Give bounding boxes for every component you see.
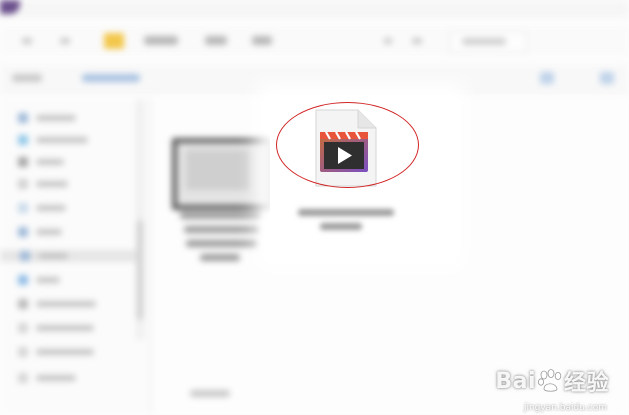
sidebar-item-label (36, 181, 68, 187)
drive-icon (18, 347, 28, 357)
sidebar-item[interactable] (18, 202, 128, 214)
recent-icon (18, 179, 28, 189)
sidebar-item[interactable] (18, 346, 128, 358)
sidebar-item-videos[interactable] (0, 250, 140, 262)
scrollbar-thumb[interactable] (137, 220, 143, 320)
address-bar[interactable] (0, 26, 629, 56)
sidebar-item-label (36, 229, 62, 235)
video-icon (20, 251, 30, 261)
status-bar-text (190, 390, 230, 397)
breadcrumb[interactable] (144, 36, 178, 45)
sidebar-item-label (36, 375, 76, 381)
baidu-jingyan-watermark: Bai 经验 (495, 365, 609, 397)
sidebar-item[interactable] (18, 226, 128, 238)
library-icon (18, 203, 28, 213)
search-placeholder (462, 38, 506, 45)
file-name-text (180, 212, 262, 219)
sidebar-item-label (36, 205, 66, 211)
sidebar-item[interactable] (18, 112, 128, 124)
file-name-text (320, 223, 362, 230)
sidebar-item-label (36, 137, 88, 143)
sidebar-item-label (38, 253, 68, 259)
sidebar-item[interactable] (18, 178, 128, 190)
thumbnail-preview (186, 150, 250, 190)
sidebar-item-label (36, 349, 94, 355)
organize-button[interactable] (12, 74, 42, 82)
selected-file-name (298, 205, 398, 239)
sidebar-item-label (36, 325, 94, 331)
download-icon (18, 135, 28, 145)
sidebar-item[interactable] (18, 274, 128, 286)
highlight-ellipse (276, 102, 419, 188)
app-logo-icon (0, 0, 20, 14)
sidebar-item[interactable] (18, 134, 128, 146)
watermark-text-right: 经验 (563, 371, 609, 396)
file-name-text (186, 240, 258, 247)
file-name-text (200, 254, 240, 261)
help-icon[interactable] (600, 72, 614, 84)
sidebar-item-label (36, 301, 96, 307)
sidebar-item-label (36, 115, 76, 121)
forward-arrow-icon[interactable] (60, 38, 70, 44)
computer-icon (18, 299, 28, 309)
watermark-text-left: Bai (495, 368, 536, 394)
sidebar-item[interactable] (18, 298, 128, 310)
breadcrumb[interactable] (205, 36, 227, 45)
navigation-pane (0, 98, 151, 415)
file-name-text (184, 226, 260, 233)
sidebar-item[interactable] (18, 156, 128, 168)
document-icon (18, 227, 28, 237)
chevron-down-icon[interactable] (384, 38, 392, 44)
watermark-url: jingyan.baidu.com (523, 403, 607, 413)
open-button[interactable] (82, 74, 140, 82)
desktop-icon (18, 157, 28, 167)
back-arrow-icon[interactable] (22, 38, 32, 44)
screenshot: Bai 经验 jingyan.baidu.com (0, 0, 629, 415)
music-icon (18, 275, 28, 285)
breadcrumb[interactable] (252, 36, 272, 45)
paw-icon (537, 369, 562, 392)
star-icon (18, 113, 28, 123)
file-name-text (298, 209, 394, 216)
title-bar (0, 0, 629, 18)
drive-icon (18, 323, 28, 333)
sidebar-item[interactable] (18, 372, 128, 384)
drive-icon (18, 373, 28, 383)
sidebar-item-label (36, 159, 64, 165)
sidebar-item[interactable] (18, 322, 128, 334)
refresh-icon[interactable] (412, 38, 422, 44)
folder-icon (104, 33, 124, 49)
sidebar-item-label (36, 277, 60, 283)
view-options-icon[interactable] (540, 72, 554, 84)
